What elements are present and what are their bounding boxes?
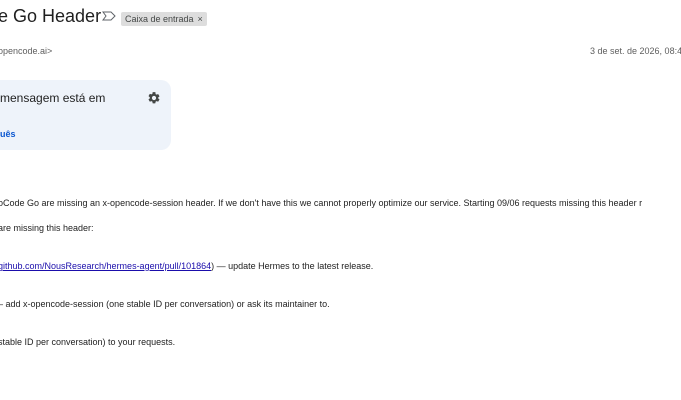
close-icon[interactable]: × [198,14,203,24]
body-paragraph-2: are missing this header: [0,223,94,233]
translate-link[interactable]: uês [0,129,16,139]
email-subject: e Go Header [0,6,102,26]
inbox-label-chip: Caixa de entrada × [121,12,207,26]
important-marker-icon[interactable] [102,11,116,21]
translate-banner-title: mensagem está em [0,91,106,105]
email-view: e Go Header Caixa de entrada × opencode.a… [0,0,681,400]
gear-icon[interactable] [147,91,161,105]
body-paragraph-1: oCode Go are missing an x-opencode-sessi… [0,198,643,208]
sender-address: opencode.ai> [0,46,53,56]
translate-banner: mensagem está em uês [0,80,171,150]
body-paragraph-3-text: ) — update Hermes to the latest release. [211,261,374,271]
pull-request-link[interactable]: github.com/NousResearch/hermes-agent/pul… [0,261,211,271]
body-paragraph-4: – add x-opencode-session (one stable ID … [0,299,330,309]
body-paragraph-3: github.com/NousResearch/hermes-agent/pul… [0,261,373,271]
inbox-label-text: Caixa de entrada [125,14,194,24]
body-paragraph-5: stable ID per conversation) to your requ… [0,337,176,347]
email-date: 3 de set. de 2026, 08:4 [590,46,681,56]
